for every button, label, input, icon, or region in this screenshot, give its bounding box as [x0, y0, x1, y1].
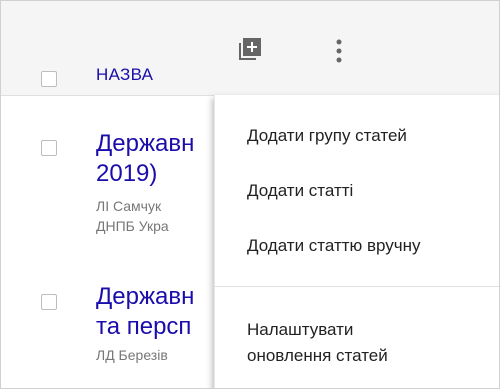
add-box-icon[interactable] — [238, 37, 262, 66]
menu-item-configure-updates[interactable]: Налаштувати оновлення статей — [247, 317, 388, 369]
menu-item-add-articles[interactable]: Додати статті — [247, 178, 353, 204]
article-title-continuation[interactable]: 2019) — [96, 159, 157, 189]
article-authors: ЛІ Самчук — [96, 198, 162, 214]
menu-item-configure-updates-line1: Налаштувати — [247, 320, 354, 339]
articles-table: НАЗВА Державн 2019) ЛІ Самчук ДНПБ Укра … — [0, 0, 500, 389]
article-source: ДНПБ Укра — [96, 218, 169, 234]
article-title[interactable]: Державн — [96, 282, 194, 312]
column-title-name[interactable]: НАЗВА — [96, 65, 153, 85]
menu-divider — [215, 286, 499, 287]
menu-item-add-article-group[interactable]: Додати групу статей — [247, 123, 407, 149]
article-title-continuation[interactable]: та персп — [96, 312, 191, 342]
table-header: НАЗВА — [1, 1, 499, 96]
add-articles-menu: Додати групу статей Додати статті Додати… — [214, 95, 499, 388]
menu-item-add-article-manually[interactable]: Додати статтю вручну — [247, 233, 421, 259]
more-vertical-icon[interactable] — [334, 39, 344, 68]
row-checkbox[interactable] — [41, 140, 57, 156]
select-all-checkbox[interactable] — [41, 71, 57, 87]
article-authors: ЛД Березів — [96, 347, 168, 363]
article-title[interactable]: Державн — [96, 129, 194, 159]
menu-item-configure-updates-line2: оновлення статей — [247, 346, 388, 365]
row-checkbox[interactable] — [41, 294, 57, 310]
